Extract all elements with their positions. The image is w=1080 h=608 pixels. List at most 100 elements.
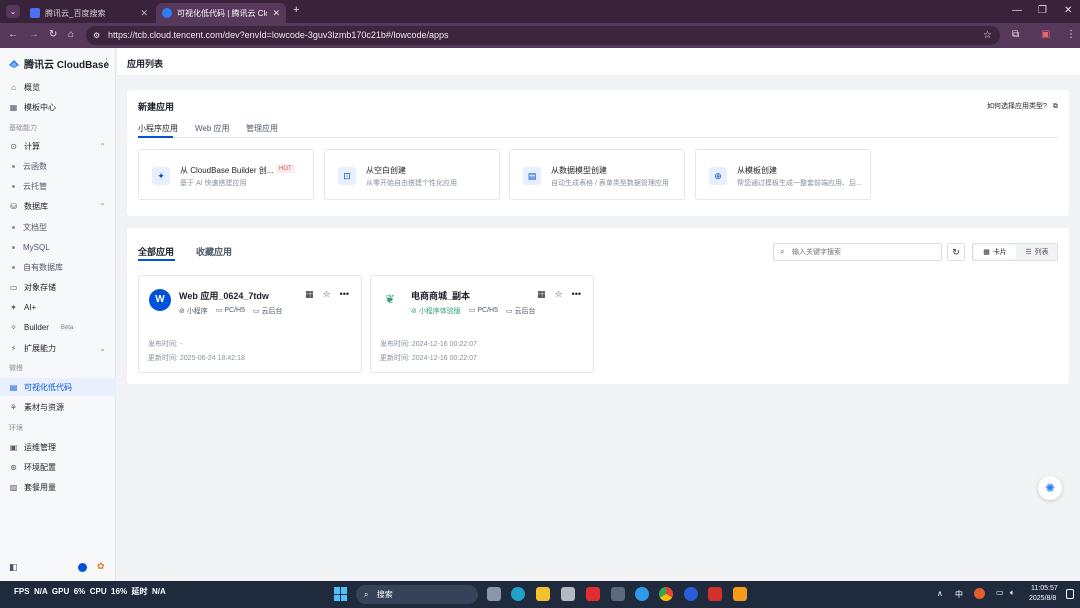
calculator-icon[interactable] xyxy=(611,587,625,601)
close-window-icon[interactable]: ✕ xyxy=(1064,5,1072,16)
create-from-data-model[interactable]: ▤ 从数据模型创建 自动生成表格 / 表单类型数据管理应用 xyxy=(509,149,685,200)
hot-badge: HOT xyxy=(276,165,295,173)
view-list-button[interactable]: ☰ 列表 xyxy=(1017,245,1057,259)
tray-chevron-icon[interactable]: ∧ xyxy=(937,589,943,598)
collapse-sidebar-icon[interactable]: ◧ xyxy=(9,562,18,573)
tab-web[interactable]: Web 应用 xyxy=(195,123,230,134)
sidebar-subitem[interactable]: 云托管 xyxy=(0,178,116,196)
assistant-icon: ✺ xyxy=(1044,481,1056,495)
chrome-icon[interactable] xyxy=(659,587,673,601)
profile-icon[interactable]: ▣ xyxy=(1041,29,1050,40)
ime-indicator[interactable]: 中 xyxy=(955,589,963,600)
sidebar-item[interactable]: ⊙ 计算 ⌃ xyxy=(0,138,116,156)
tab-favorite-apps[interactable]: 收藏应用 xyxy=(196,245,232,258)
sidebar-subitem[interactable]: 自有数据库 xyxy=(0,258,116,276)
sidebar-item[interactable]: ▣ 运维管理 xyxy=(0,438,116,456)
favorite-star-icon[interactable]: ☆ xyxy=(554,289,562,300)
ai-sparkle-icon: ✦ xyxy=(152,167,170,185)
create-from-template[interactable]: ⊕ 从模板创建 帮您通过模板生成一整套前端应用、后... xyxy=(695,149,871,200)
tab-miniprogram[interactable]: 小程序应用 xyxy=(138,123,178,134)
sidebar-item[interactable]: ⛁ 数据库 ⌃ xyxy=(0,198,116,216)
forward-icon[interactable]: → xyxy=(29,29,39,40)
sidebar-subitem[interactable]: MySQL xyxy=(0,238,116,256)
notification-icon[interactable] xyxy=(1066,589,1074,599)
minimize-icon[interactable]: — xyxy=(1012,5,1022,16)
search-icon: ⌕ xyxy=(364,590,369,599)
publish-time: 发布时间: - xyxy=(148,341,183,348)
sidebar-item[interactable]: ⚡ 扩展能力 ⌄ xyxy=(0,339,116,357)
bookmark-star-icon[interactable]: ☆ xyxy=(983,26,992,45)
sidebar-item[interactable]: ⚘ 素材与资源 xyxy=(0,399,116,417)
search-field[interactable] xyxy=(792,246,932,258)
tray-app-icon[interactable] xyxy=(974,588,985,599)
sidebar-item[interactable]: ▤ 可视化低代码 xyxy=(0,378,116,397)
sidebar-item[interactable]: ⌂ 概览 xyxy=(0,78,116,96)
close-tab-icon[interactable]: ✕ xyxy=(272,8,280,19)
network-icon[interactable]: ▭ xyxy=(996,588,1004,597)
tab-all-apps[interactable]: 全部应用 xyxy=(138,245,174,258)
home-icon[interactable]: ⌂ xyxy=(68,29,74,40)
app-type-help-link[interactable]: 如何选择应用类型? ⧉ xyxy=(987,101,1058,111)
chevron-down-icon[interactable]: ⌄ xyxy=(99,344,106,353)
site-info-icon[interactable]: ⚙ xyxy=(93,26,100,45)
sidebar-subitem[interactable]: 云函数 xyxy=(0,158,116,176)
address-bar[interactable]: ⚙ https://tcb.cloud.tencent.com/dev?envI… xyxy=(86,26,1000,45)
qrcode-icon[interactable]: ▦ xyxy=(537,289,546,300)
clock-time[interactable]: 11:05:57 xyxy=(1031,585,1058,592)
task-view-icon[interactable] xyxy=(487,587,501,601)
sidebar-more-icon[interactable]: ⋮ xyxy=(102,57,111,68)
clock-date[interactable]: 2025/8/8 xyxy=(1029,595,1056,602)
chrome-menu-icon[interactable]: ⋮ xyxy=(1066,29,1076,40)
sogou-icon[interactable] xyxy=(684,587,698,601)
sidebar-item[interactable]: ▨ 套餐用量 xyxy=(0,479,116,497)
bullet-icon xyxy=(12,245,15,249)
wps-icon[interactable] xyxy=(708,587,722,601)
browser-tab-lowcode[interactable]: 可视化低代码 | 腾讯云 Cloud... ✕ xyxy=(156,3,286,23)
volume-icon[interactable]: 🔈︎ xyxy=(1010,588,1015,598)
start-icon[interactable] xyxy=(334,587,348,601)
brand[interactable]: 腾讯云 CloudBase xyxy=(8,56,109,71)
app-icon[interactable] xyxy=(561,587,575,601)
tab-menu-button[interactable]: ⌄ xyxy=(6,5,20,18)
sidebar-item[interactable]: ▦ 模板中心 xyxy=(0,98,116,116)
app-card[interactable]: W Web 应用_0624_7tdw ▦ ☆ ••• ⊘ 小程序 ▭ PC/H5… xyxy=(138,275,362,373)
back-icon[interactable]: ← xyxy=(8,29,18,40)
view-card-button[interactable]: ▦ 卡片 xyxy=(974,245,1016,259)
tab-admin[interactable]: 管理应用 xyxy=(246,123,278,134)
theme-icon[interactable]: ✿ xyxy=(97,561,105,572)
refresh-button[interactable]: ↻ xyxy=(947,243,965,261)
sublime-icon[interactable] xyxy=(733,587,747,601)
create-from-builder[interactable]: ✦ 从 CloudBase Builder 创... HOT 基于 AI 快速搭… xyxy=(138,149,314,200)
sidebar-subitem[interactable]: 文档型 xyxy=(0,218,116,236)
restore-icon[interactable]: ❐ xyxy=(1038,5,1047,16)
sidebar-item[interactable]: ✧ Builder Beta xyxy=(0,319,116,337)
app-card[interactable]: ❦ 电商商城_副本 ▦ ☆ ••• ⊘ 小程序体验版 ▭ PC/H5 ▭ 云后台… xyxy=(370,275,594,373)
user-avatar-icon[interactable] xyxy=(78,563,87,572)
search-app-icon[interactable] xyxy=(635,587,649,601)
floating-assistant-button[interactable]: ✺ xyxy=(1038,476,1062,500)
sidebar-item-label: 套餐用量 xyxy=(24,483,56,493)
more-icon[interactable]: ••• xyxy=(572,289,581,300)
qrcode-icon[interactable]: ▦ xyxy=(305,289,314,300)
platform-tag: ▭ PC/H5 xyxy=(215,307,245,314)
youdao-icon[interactable] xyxy=(586,587,600,601)
taskbar-search[interactable]: ⌕ 搜索 xyxy=(356,585,478,604)
chevron-up-icon[interactable]: ⌃ xyxy=(99,142,106,151)
app-actions: ▦ ☆ ••• xyxy=(305,289,349,300)
favorite-star-icon[interactable]: ☆ xyxy=(322,289,330,300)
chevron-up-icon[interactable]: ⌃ xyxy=(99,202,106,211)
new-tab-button[interactable]: + xyxy=(293,4,299,16)
file-explorer-icon[interactable] xyxy=(536,587,550,601)
more-icon[interactable]: ••• xyxy=(340,289,349,300)
sidebar-item[interactable]: ▭ 对象存储 xyxy=(0,278,116,296)
browser-tab-baidu[interactable]: 腾讯云_百度搜索 ✕ xyxy=(24,3,154,23)
sidebar-item[interactable]: ✦ AI+ xyxy=(0,299,116,317)
extensions-icon[interactable]: ⧉ xyxy=(1012,29,1019,40)
create-from-blank[interactable]: ⊡ 从空白创建 从零开始自由搭建个性化应用 xyxy=(324,149,500,200)
reload-icon[interactable]: ↻ xyxy=(49,29,57,40)
sidebar-item[interactable]: ⊛ 环境配置 xyxy=(0,458,116,476)
close-tab-icon[interactable]: ✕ xyxy=(140,8,148,19)
edge-icon[interactable] xyxy=(511,587,525,601)
perf-overlay: FPS N/A GPU 6% CPU 16% 延时 N/A xyxy=(14,587,166,596)
search-input[interactable]: ⌕ xyxy=(773,243,942,261)
